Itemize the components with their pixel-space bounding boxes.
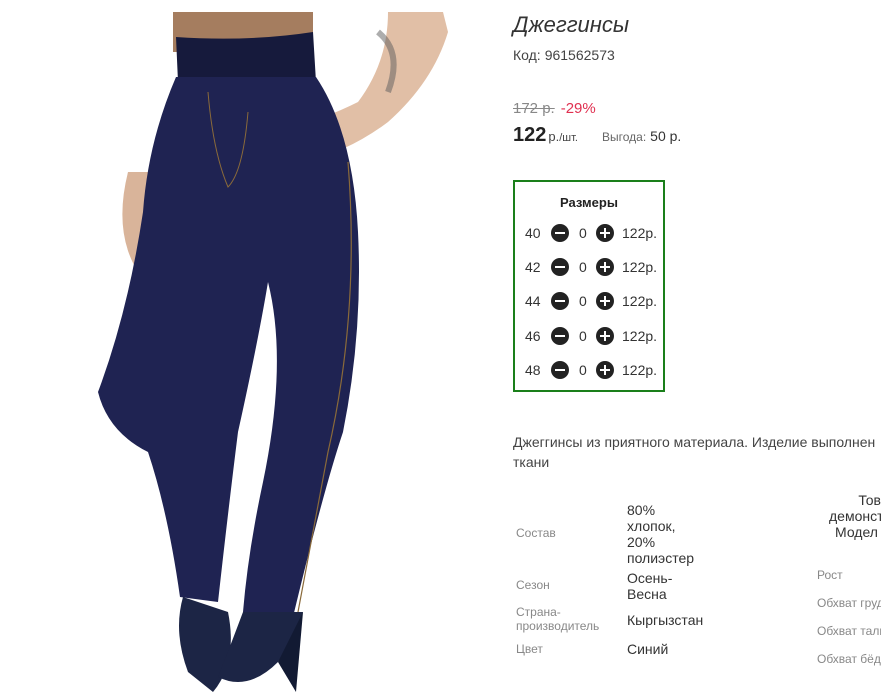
size-label: 46: [525, 328, 541, 344]
decrease-button[interactable]: [551, 292, 569, 310]
increase-button[interactable]: [596, 327, 614, 345]
old-price-block: 172 р. -29%: [513, 100, 596, 117]
increase-button[interactable]: [596, 292, 614, 310]
season-label: Сезон: [516, 578, 550, 592]
product-image: [98, 12, 448, 692]
color-value: Синий: [627, 641, 669, 657]
size-price: 122р.: [622, 362, 658, 378]
size-price: 122р.: [622, 328, 658, 344]
size-price: 122р.: [622, 259, 658, 275]
composition-label: Состав: [516, 526, 556, 540]
increase-button[interactable]: [596, 361, 614, 379]
sizes-heading: Размеры: [560, 195, 618, 210]
quantity-value: 0: [579, 362, 587, 378]
product-photo[interactable]: [88, 12, 483, 698]
current-price: 122: [513, 124, 547, 146]
model-note: Тов: [858, 492, 881, 508]
sizes-box: Размеры 40 0 122р. 42 0 122р. 44 0 122р.…: [513, 180, 665, 392]
size-label: 48: [525, 362, 541, 378]
decrease-button[interactable]: [551, 224, 569, 242]
price-block: 122 р./шт. Выгода: 50 р.: [513, 124, 681, 147]
country-label: Страна- производитель: [516, 605, 600, 633]
decrease-button[interactable]: [551, 327, 569, 345]
size-price: 122р.: [622, 293, 658, 309]
quantity-value: 0: [579, 259, 587, 275]
decrease-button[interactable]: [551, 258, 569, 276]
increase-button[interactable]: [596, 224, 614, 242]
discount-badge: -29%: [560, 100, 596, 117]
benefit-value: 50 р.: [650, 128, 682, 144]
product-info: Джеггинсы Код: 961562573 172 р. -29% 122 р.…: [513, 0, 881, 698]
benefit-label: Выгода:: [601, 130, 647, 144]
size-label: 42: [525, 259, 541, 275]
quantity-value: 0: [579, 328, 587, 344]
composition-value: 80% хлопок, 20% полиэстер: [627, 502, 695, 566]
size-price: 122р.: [622, 225, 658, 241]
size-label: 40: [525, 225, 541, 241]
model-note: демонст: [829, 508, 881, 524]
quantity-value: 0: [579, 225, 587, 241]
model-waist-label: Обхват тали: [817, 624, 881, 638]
model-hips-label: Обхват бёдр: [817, 652, 881, 666]
model-chest-label: Обхват груд: [817, 596, 881, 610]
quantity-value: 0: [579, 293, 587, 309]
product-description: Джеггинсы из приятного материала. Издели…: [513, 432, 881, 472]
product-code-value: 961562573: [544, 47, 615, 63]
old-price: 172 р.: [513, 100, 555, 117]
product-code-label: Код:: [513, 47, 541, 63]
country-value: Кыргызстан: [627, 612, 704, 628]
decrease-button[interactable]: [551, 361, 569, 379]
product-title: Джеггинсы: [513, 12, 630, 37]
color-label: Цвет: [516, 642, 543, 656]
description-line: Джеггинсы из приятного материала. Издели…: [513, 434, 876, 450]
season-value: Осень- Весна: [627, 570, 673, 602]
model-note: Модел: [835, 524, 878, 540]
increase-button[interactable]: [596, 258, 614, 276]
description-line: ткани: [513, 454, 550, 470]
price-unit: р./шт.: [548, 129, 578, 144]
product-code: Код: 961562573: [513, 47, 615, 63]
size-label: 44: [525, 293, 541, 309]
model-height-label: Рост: [817, 568, 843, 582]
